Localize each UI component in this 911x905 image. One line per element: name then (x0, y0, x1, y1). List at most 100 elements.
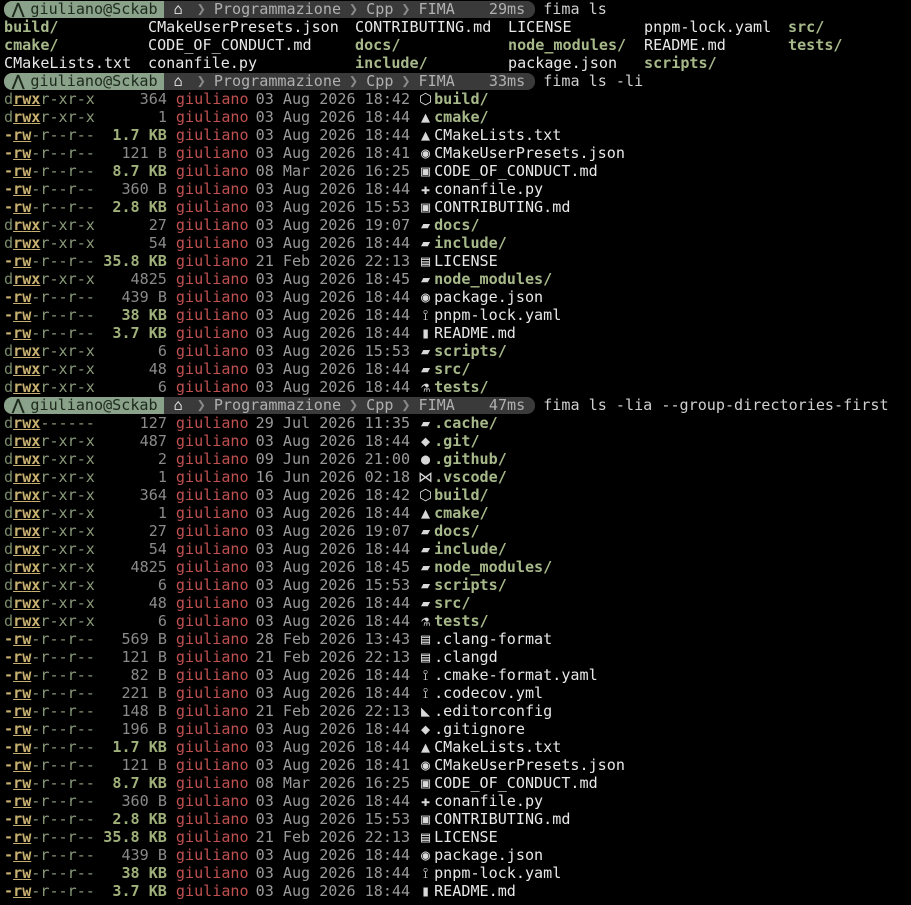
modified-date: 03 Aug 2026 18:44 (255, 720, 411, 738)
file-name: README.md (434, 882, 516, 900)
owner: giuliano (175, 414, 249, 432)
file-name: .gitignore (434, 720, 525, 738)
path-part: Programmazione (213, 72, 342, 90)
file-name: include/ (434, 540, 507, 558)
list-item: drwxr-xr-x 48 giuliano 03 Aug 2026 18:44 ▰ sr… (4, 360, 911, 378)
ls-entry: src/ (788, 18, 825, 36)
modified-date: 03 Aug 2026 15:53 (255, 576, 411, 594)
modified-date: 03 Aug 2026 18:44 (255, 666, 411, 684)
python-icon: ✚ (421, 180, 431, 198)
file-size: 82 B (130, 666, 167, 684)
separator-icon: ❯ (196, 0, 206, 18)
file-size: 54 (148, 234, 167, 252)
file-size: 35.8 KB (103, 828, 167, 846)
modified-date: 03 Aug 2026 18:45 (255, 270, 411, 288)
modified-date: 03 Aug 2026 18:44 (255, 180, 411, 198)
permissions: -rw-r--r-- (4, 252, 95, 270)
modified-date: 03 Aug 2026 18:44 (255, 864, 411, 882)
separator-icon: ❯ (401, 72, 411, 90)
owner: giuliano (175, 360, 249, 378)
list-item: drwxr-xr-x 364 giuliano 03 Aug 2026 18:42 ⬡ b… (4, 90, 911, 108)
list-item: drwxr-xr-x 4825 giuliano 03 Aug 2026 18:45 ▰… (4, 270, 911, 288)
list-item: drwxr-xr-x 6 giuliano 03 Aug 2026 15:53 ▰ scr… (4, 576, 911, 594)
separator-icon: ❯ (401, 396, 411, 414)
list-item: -rw-r--r-- 121 B giuliano 03 Aug 2026 18:41… (4, 756, 911, 774)
permissions: -rw-r--r-- (4, 630, 95, 648)
owner: giuliano (175, 144, 249, 162)
exec-time: 47ms (488, 396, 526, 414)
folder-icon: ▰ (421, 234, 431, 252)
home-icon: ⌂ (173, 396, 183, 414)
file-size: 1 (157, 108, 167, 126)
prompt-path-segment: ⌂ ❯ Programmazione ❯ Cpp ❯ FIMA (163, 396, 461, 414)
file-size: 38 KB (121, 864, 167, 882)
file-name: CMakeLists.txt (434, 738, 562, 756)
file-size: 3.7 KB (112, 882, 167, 900)
file-size: 121 B (121, 756, 167, 774)
yaml-icon: ⟟ (422, 306, 429, 324)
license-icon: ▤ (421, 828, 431, 846)
list-item: drwxr-xr-x 6 giuliano 03 Aug 2026 18:44 ⚗ tes… (4, 612, 911, 630)
list-item: -rw-r--r-- 35.8 KB giuliano 21 Feb 2026 22:… (4, 828, 911, 846)
file-name: pnpm-lock.yaml (434, 306, 562, 324)
modified-date: 03 Aug 2026 15:53 (255, 198, 411, 216)
folder-icon: ▰ (421, 270, 431, 288)
permissions: -rw-r--r-- (4, 828, 95, 846)
owner: giuliano (175, 216, 249, 234)
triangle-icon: ▲ (421, 738, 431, 756)
file-name: .editorconfig (434, 702, 553, 720)
file-name: .cache/ (434, 414, 498, 432)
owner: giuliano (175, 648, 249, 666)
separator-icon: ❯ (349, 72, 359, 90)
list-item: drwxr-xr-x 48 giuliano 03 Aug 2026 18:44 ▰ sr… (4, 594, 911, 612)
json-icon: ◉ (421, 144, 431, 162)
permissions: -rw-r--r-- (4, 306, 95, 324)
modified-date: 21 Feb 2026 22:13 (255, 648, 411, 666)
owner: giuliano (175, 108, 249, 126)
permissions: drwxr-xr-x (4, 468, 95, 486)
permissions: drwxr-xr-x (4, 486, 95, 504)
arch-logo-icon: ⋀ (12, 396, 25, 414)
file-size: 1 (157, 468, 167, 486)
list-item: -rw-r--r-- 196 B giuliano 03 Aug 2026 18:44… (4, 720, 911, 738)
permissions: drwxr-xr-x (4, 612, 95, 630)
list-item: drwxr-xr-x 1 giuliano 03 Aug 2026 18:44 ▲ cma… (4, 108, 911, 126)
modified-date: 03 Aug 2026 15:53 (255, 810, 411, 828)
permissions: drwxr-xr-x (4, 90, 95, 108)
owner: giuliano (175, 810, 249, 828)
file-size: 121 B (121, 144, 167, 162)
path-part: Programmazione (213, 396, 342, 414)
owner: giuliano (175, 558, 249, 576)
file-size: 2.8 KB (112, 198, 167, 216)
prompt-time-segment: 29ms (460, 0, 536, 18)
modified-date: 03 Aug 2026 18:42 (255, 90, 411, 108)
path-part: Cpp (366, 72, 394, 90)
modified-date: 03 Aug 2026 18:44 (255, 846, 411, 864)
modified-date: 03 Aug 2026 18:42 (255, 486, 411, 504)
json-icon: ◉ (421, 756, 431, 774)
config-icon: ▤ (421, 630, 431, 648)
owner: giuliano (175, 720, 249, 738)
modified-date: 03 Aug 2026 18:44 (255, 126, 411, 144)
file-name: .cmake-format.yaml (434, 666, 598, 684)
file-name: CMakeUserPresets.json (434, 144, 625, 162)
config-icon: ▤ (421, 648, 431, 666)
list-item: drwxr-xr-x 6 giuliano 03 Aug 2026 18:44 ⚗ tes… (4, 378, 911, 396)
ls-entry: cmake/ (4, 36, 59, 54)
markdown-icon: ▣ (421, 774, 431, 792)
file-name: LICENSE (434, 252, 498, 270)
modified-date: 21 Feb 2026 22:13 (255, 252, 411, 270)
file-name: cmake/ (434, 108, 489, 126)
permissions: -rw-r--r-- (4, 684, 95, 702)
list-item: drwxr-xr-x 2 giuliano 09 Jun 2026 21:00 ● .gi… (4, 450, 911, 468)
list-item: -rw-r--r-- 1.7 KB giuliano 03 Aug 2026 18:4… (4, 126, 911, 144)
folder-icon: ▰ (421, 414, 431, 432)
permissions: -rw-r--r-- (4, 864, 95, 882)
markdown-icon: ▣ (421, 198, 431, 216)
permissions: drwxr-xr-x (4, 522, 95, 540)
terminal-window[interactable]: ⋀ giuliano@Sckab ⌂ ❯ Programmazione ❯ Cpp ❯ FIMA… (0, 0, 911, 905)
list-item: -rw-r--r-- 1.7 KB giuliano 03 Aug 2026 18:4… (4, 738, 911, 756)
permissions: drwxr-xr-x (4, 594, 95, 612)
file-size: 1.7 KB (112, 738, 167, 756)
modified-date: 03 Aug 2026 19:07 (255, 522, 411, 540)
